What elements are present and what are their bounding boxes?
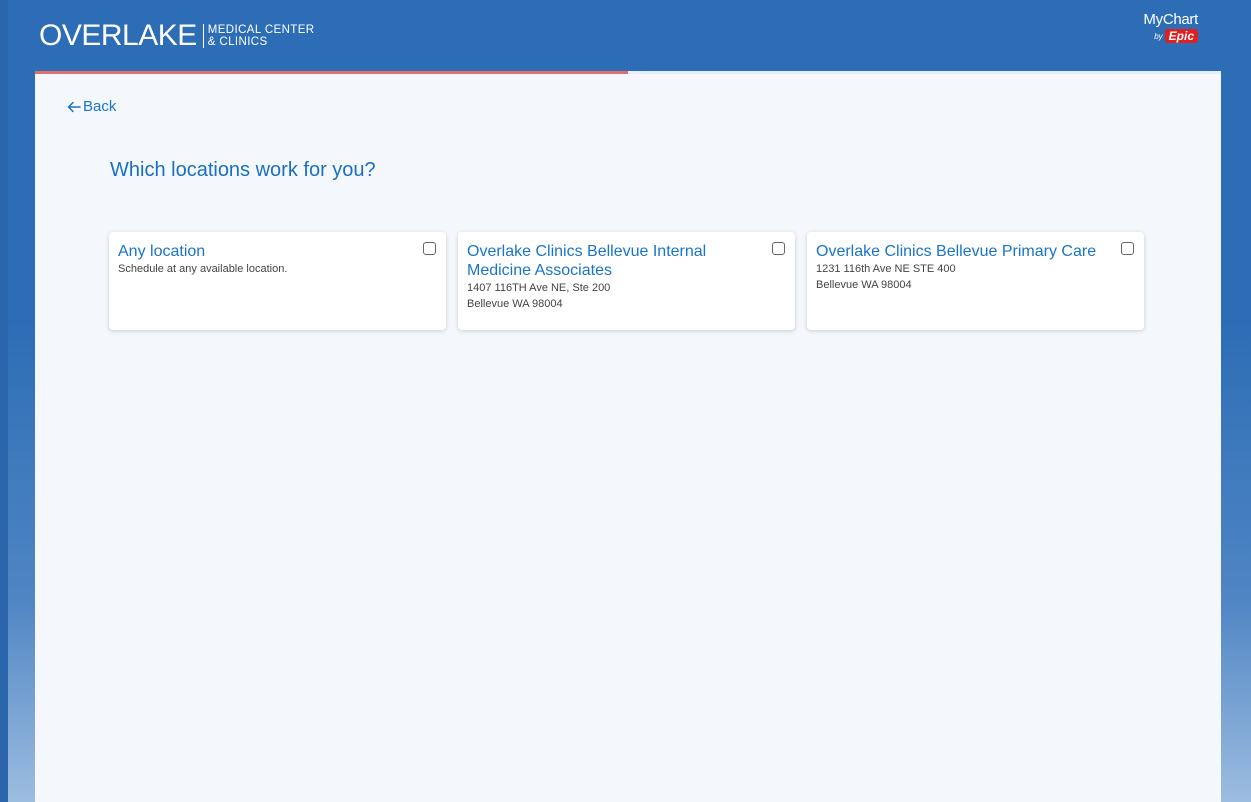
- main-content: Back Which locations work for you? Any l…: [35, 71, 1221, 802]
- location-card-any[interactable]: Any location Schedule at any available l…: [109, 232, 446, 330]
- location-description: Schedule at any available location.: [118, 263, 288, 275]
- overlake-logo[interactable]: OVERLAKE MEDICAL CENTER & CLINICS: [39, 21, 315, 51]
- back-label: Back: [83, 98, 117, 115]
- location-title: Any location: [118, 243, 206, 260]
- mychart-logo: MyChart by Epic: [1143, 12, 1198, 43]
- location-card-primary-care[interactable]: Overlake Clinics Bellevue Primary Care 1…: [807, 232, 1144, 330]
- by-label: by: [1154, 31, 1163, 41]
- location-address-line2: Bellevue WA 98004: [816, 279, 912, 291]
- location-list: Any location Schedule at any available l…: [109, 232, 1144, 330]
- brand-subtitle-line2: & CLINICS: [207, 36, 268, 48]
- mychart-byline: by Epic: [1143, 29, 1198, 43]
- left-arrow-icon: [67, 101, 81, 112]
- location-checkbox[interactable]: [772, 242, 785, 255]
- location-address-line1: 1407 116TH Ave NE, Ste 200: [467, 282, 611, 294]
- location-address-line2: Bellevue WA 98004: [467, 298, 563, 310]
- epic-logo: Epic: [1164, 29, 1198, 43]
- location-card-internal-medicine[interactable]: Overlake Clinics Bellevue Internal Medic…: [458, 232, 795, 330]
- location-title: Overlake Clinics Bellevue Primary Care: [816, 243, 1097, 260]
- location-address-line1: 1231 116th Ave NE STE 400: [816, 263, 956, 275]
- page-title: Which locations work for you?: [110, 159, 376, 181]
- progress-fill: [35, 71, 628, 74]
- location-title: Overlake Clinics Bellevue Internal Medic…: [467, 243, 707, 279]
- mychart-wordmark: MyChart: [1143, 11, 1198, 28]
- brand-divider: [202, 24, 204, 48]
- brand-subtitle-line1: MEDICAL CENTER: [207, 24, 315, 36]
- app-header: OVERLAKE MEDICAL CENTER & CLINICS MyChar…: [8, 0, 1251, 71]
- location-checkbox[interactable]: [1121, 242, 1134, 255]
- window-edge: [0, 0, 8, 802]
- brand-subtitle: MEDICAL CENTER & CLINICS: [208, 24, 315, 48]
- progress-bar: [35, 71, 1221, 74]
- location-checkbox[interactable]: [423, 242, 436, 255]
- back-link[interactable]: Back: [67, 98, 116, 115]
- brand-name: OVERLAKE: [39, 19, 197, 52]
